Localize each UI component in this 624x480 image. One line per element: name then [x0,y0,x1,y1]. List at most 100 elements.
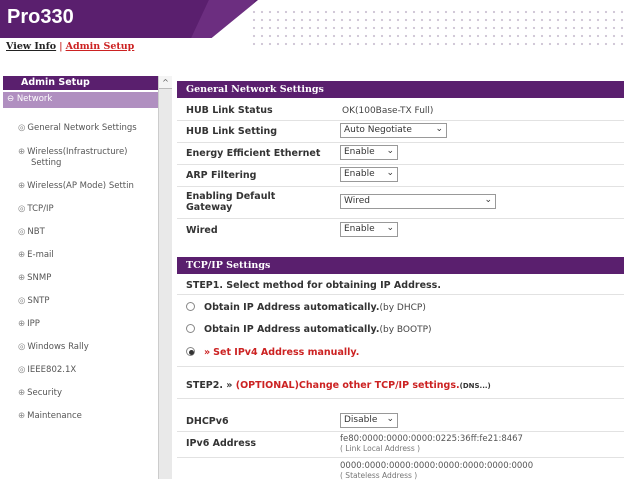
arp-filtering-select[interactable]: Enable ⌄ [340,167,398,182]
radio-option-manual[interactable]: » Set IPv4 Address manually. [186,347,359,358]
header-dot-pattern [250,8,624,48]
sidebar-item-nbt[interactable]: ◎ NBT [18,227,160,238]
tcpip-settings-header: TCP/IP Settings [177,257,624,274]
expand-icon: ⊕ [18,273,26,283]
option-label: Obtain IP Address automatically. [204,324,380,335]
page-icon: ◎ [18,204,26,214]
page-icon: ◎ [18,342,26,352]
link-separator: | [59,41,63,52]
view-info-link[interactable]: View Info [6,41,56,52]
admin-setup-link[interactable]: Admin Setup [66,41,135,52]
ipv6-stateless-value: 0000:0000:0000:0000:0000:0000:0000:0000 [340,461,534,471]
select-value: Wired [344,196,370,206]
expand-icon: ⊕ [18,147,26,157]
row-divider [177,186,624,187]
step2-hint: (DNS...) [459,382,491,390]
sidebar-item-label: Windows Rally [27,342,89,352]
chevron-down-icon: ⌄ [386,414,394,424]
ipv6-stateless: 0000:0000:0000:0000:0000:0000:0000:0000 … [340,461,533,480]
default-gateway-label: Enabling Default Gateway [186,191,275,213]
expand-icon: ⊕ [18,181,26,191]
eee-select[interactable]: Enable ⌄ [340,145,398,160]
page-icon: ◎ [18,365,26,375]
page-icon: ◎ [18,123,26,133]
eee-label: Energy Efficient Ethernet [186,148,321,159]
select-value: Enable [344,147,375,157]
sidebar: Admin Setup ^ ⊖ Network ◎ General Network… [0,76,172,479]
step1-text: STEP1. Select method for obtaining IP Ad… [186,280,441,291]
scroll-up-icon[interactable]: ^ [159,76,172,89]
option-label: Obtain IP Address automatically. [204,302,380,313]
step2-prefix: STEP2. » [186,380,233,391]
ipv6-link-local: fe80:0000:0000:0000:0225:36ff:fe21:8467 … [340,434,523,453]
chevron-down-icon: ⌄ [386,168,394,178]
expand-icon: ⊕ [18,319,26,329]
chevron-down-icon: ⌄ [386,223,394,233]
option-hint: (by DHCP) [379,303,426,313]
ipv6-link-local-caption: ( Link Local Address ) [340,444,421,453]
sidebar-item-email[interactable]: ⊕ E-mail [18,250,160,261]
ipv6-address-label: IPv6 Address [186,438,256,449]
dhcpv6-select[interactable]: Disable ⌄ [340,413,398,428]
hub-link-setting-select[interactable]: Auto Negotiate ⌄ [340,123,447,138]
chevron-down-icon: ⌄ [484,195,492,205]
sidebar-item-ieee8021x[interactable]: ◎ IEEE802.1X [18,365,160,376]
step2-link[interactable]: (OPTIONAL)Change other TCP/IP settings. [236,380,460,391]
double-arrow-icon: » [204,347,211,358]
radio-option-dhcp[interactable]: Obtain IP Address automatically.(by DHCP… [186,302,426,313]
sidebar-item-general-network[interactable]: ◎ General Network Settings [18,123,160,134]
sidebar-scrollbar[interactable]: ^ [158,76,172,479]
sidebar-item-ipp[interactable]: ⊕ IPP [18,319,160,330]
default-gateway-label-line1: Enabling Default [186,191,276,202]
sidebar-item-windows-rally[interactable]: ◎ Windows Rally [18,342,160,353]
sidebar-item-label: NBT [27,227,45,237]
select-value: Enable [344,169,375,179]
row-divider [177,294,624,295]
sidebar-item-label: SNMP [27,273,52,283]
wired-label: Wired [186,225,218,236]
default-gateway-select[interactable]: Wired ⌄ [340,194,496,209]
sidebar-item-label: General Network Settings [27,123,137,133]
sidebar-item-tcpip[interactable]: ◎ TCP/IP [18,204,160,215]
sidebar-item-snmp[interactable]: ⊕ SNMP [18,273,160,284]
row-divider [177,164,624,165]
expand-icon: ⊕ [18,411,26,421]
step2-row: STEP2. » (OPTIONAL)Change other TCP/IP s… [186,380,491,391]
row-divider [177,120,624,121]
app-title: Pro330 [7,6,74,28]
row-divider [177,366,624,367]
general-network-header: General Network Settings [177,81,624,98]
sidebar-item-sntp[interactable]: ◎ SNTP [18,296,160,307]
radio-option-bootp[interactable]: Obtain IP Address automatically.(by BOOT… [186,324,432,335]
sidebar-item-wireless-infrastructure[interactable]: ⊕ Wireless(Infrastructure) [18,147,160,158]
default-gateway-label-line2: Gateway [186,202,233,213]
sidebar-item-label: SNTP [27,296,50,306]
row-divider [177,142,624,143]
expand-icon: ⊕ [18,388,26,398]
radio-button[interactable] [186,324,195,333]
sidebar-item-label: Wireless(AP Mode) Settin [27,181,134,191]
select-value: Disable [344,415,378,425]
radio-button[interactable] [186,302,195,311]
radio-button-selected[interactable] [186,347,195,356]
option-label: Set IPv4 Address manually. [213,347,360,358]
sidebar-item-network[interactable]: ⊖ Network [3,92,158,108]
sidebar-item-security[interactable]: ⊕ Security [18,388,160,399]
sidebar-item-label: Security [27,388,63,398]
sidebar-item-label: IPP [27,319,40,329]
hub-link-status-label: HUB Link Status [186,105,273,116]
sidebar-item-label: Network [16,94,53,104]
row-divider [177,398,624,399]
chevron-down-icon: ⌄ [435,124,443,134]
collapse-icon: ⊖ [7,94,17,104]
sidebar-item-maintenance[interactable]: ⊕ Maintenance [18,411,160,422]
arp-filtering-label: ARP Filtering [186,170,257,181]
sidebar-item-label: TCP/IP [27,204,54,214]
wired-select[interactable]: Enable ⌄ [340,222,398,237]
option-hint: (by BOOTP) [379,325,432,335]
chevron-down-icon: ⌄ [386,146,394,156]
row-divider [177,218,624,219]
sidebar-item-wireless-infrastructure-cont[interactable]: Setting [31,158,173,169]
sidebar-item-wireless-ap-mode[interactable]: ⊕ Wireless(AP Mode) Settin [18,181,160,192]
expand-icon: ⊕ [18,250,26,260]
